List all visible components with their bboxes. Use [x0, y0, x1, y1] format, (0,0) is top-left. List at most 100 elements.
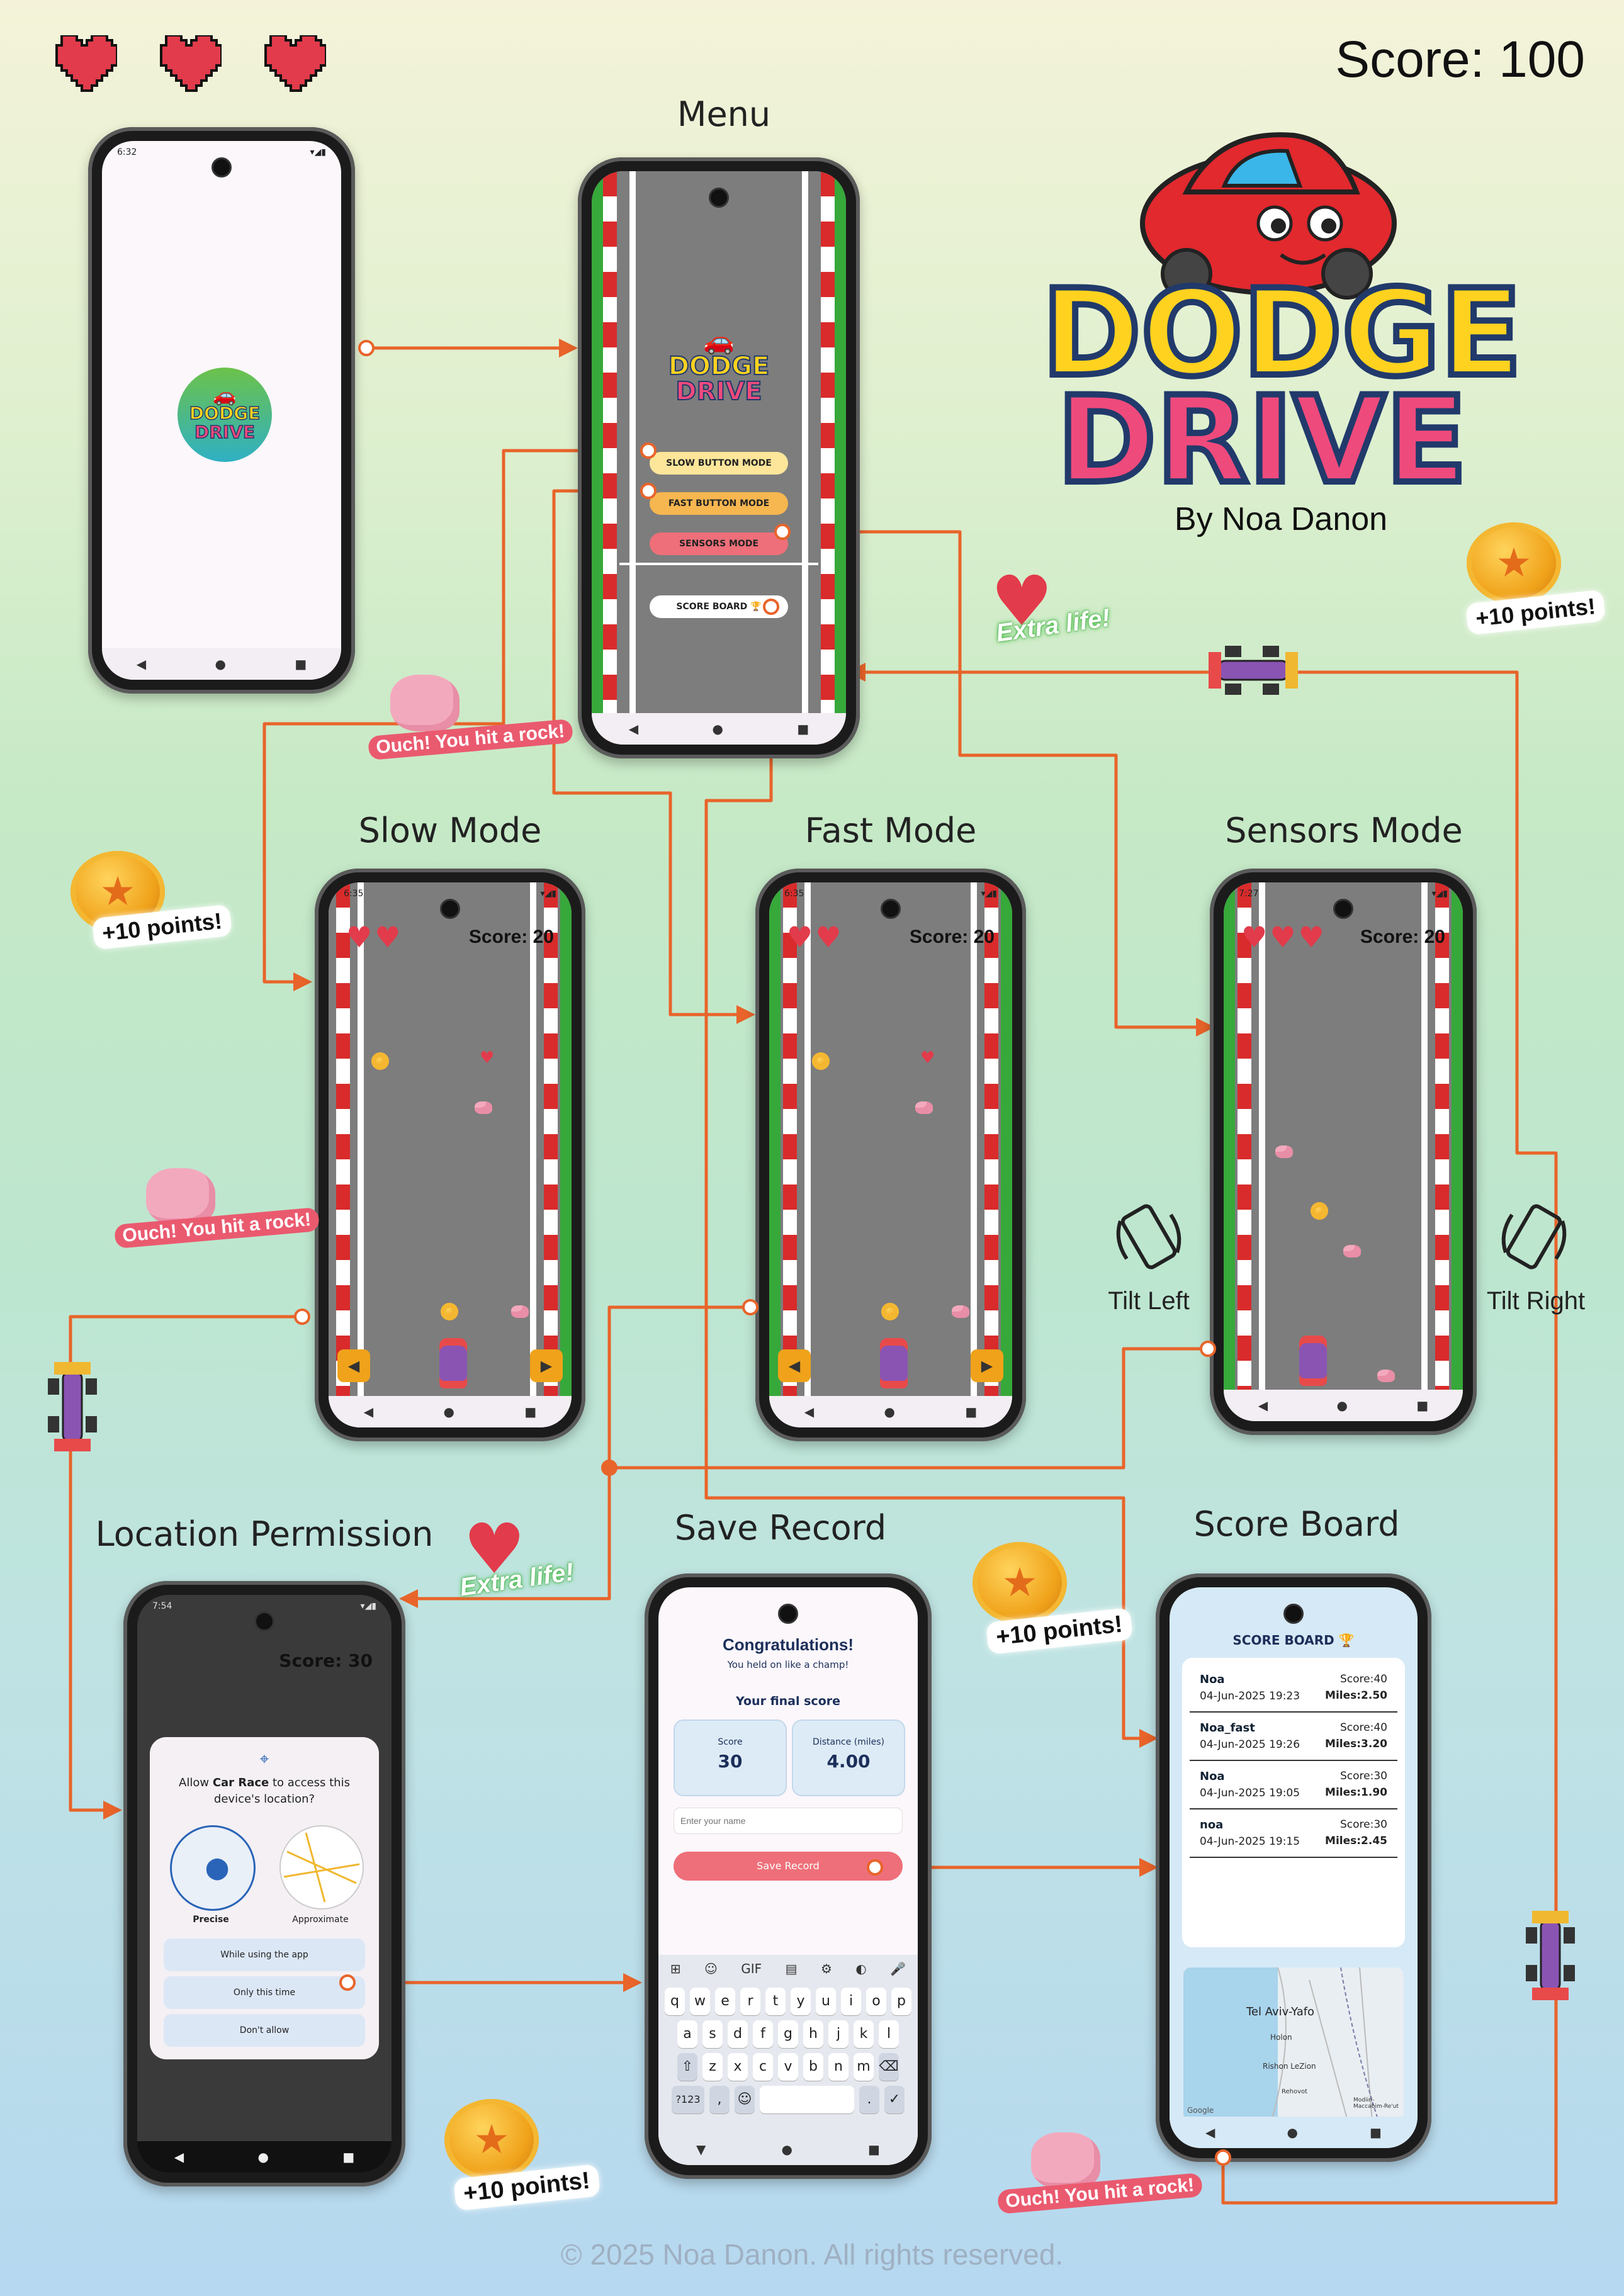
- right-arrow-button[interactable]: ▶: [971, 1349, 1003, 1382]
- precise-option[interactable]: ⬤: [170, 1825, 256, 1911]
- distance-card-value: 4.00: [826, 1751, 871, 1772]
- key-t[interactable]: t: [765, 1988, 786, 2015]
- home-icon[interactable]: ●: [713, 721, 723, 736]
- name-input[interactable]: [674, 1808, 903, 1834]
- fast-mode-button[interactable]: FAST BUTTON MODE: [650, 492, 788, 515]
- emoji-icon[interactable]: ☺: [735, 2086, 755, 2113]
- back-icon[interactable]: ◀: [364, 1404, 373, 1419]
- home-icon[interactable]: ●: [258, 2149, 269, 2164]
- lane-line-left: [358, 882, 364, 1427]
- connector-node: [867, 1859, 883, 1876]
- key-r[interactable]: r: [740, 1988, 760, 2015]
- recents-icon[interactable]: ■: [524, 1404, 536, 1419]
- player-name: Noa_fast: [1200, 1721, 1255, 1735]
- coin-icon: [441, 1303, 458, 1320]
- race-car-icon: [48, 1362, 97, 1451]
- back-icon[interactable]: ◀: [1205, 2125, 1215, 2140]
- period-key[interactable]: .: [859, 2086, 879, 2113]
- key-e[interactable]: e: [715, 1988, 735, 2015]
- key-v[interactable]: v: [778, 2053, 798, 2081]
- car-mascot-icon: 🚗: [703, 327, 735, 356]
- game-hud: ♥♥ Score: 20: [787, 920, 995, 954]
- approximate-label: Approximate: [292, 1915, 349, 1925]
- key-d[interactable]: d: [728, 2020, 748, 2048]
- back-icon[interactable]: ◀: [1258, 1398, 1268, 1413]
- key-q[interactable]: q: [665, 1988, 685, 2015]
- gif-button[interactable]: GIF: [741, 1961, 762, 1976]
- sticker-icon[interactable]: ☺: [704, 1961, 718, 1976]
- title-save: Save Record: [674, 1508, 887, 1548]
- key-j[interactable]: j: [828, 2020, 849, 2048]
- location-map[interactable]: Tel Aviv-Yafo Holon Rishon LeZion Rehovo…: [1183, 1967, 1404, 2121]
- key-g[interactable]: g: [778, 2020, 798, 2048]
- slow-mode-button[interactable]: SLOW BUTTON MODE: [650, 452, 788, 475]
- mic-icon[interactable]: 🎤: [890, 1961, 906, 1976]
- fast-game-screen: 6:35 ▾◢▮ ♥♥ Score: 20 ♥ ◀ ▶ ◀ ● ■: [769, 882, 1012, 1427]
- right-arrow-button[interactable]: ▶: [530, 1349, 563, 1382]
- home-icon[interactable]: ●: [215, 656, 226, 672]
- numbers-key[interactable]: ?123: [672, 2086, 704, 2113]
- key-u[interactable]: u: [816, 1988, 836, 2015]
- title-scoreboard: Score Board: [1193, 1504, 1400, 1544]
- record-score: Score:40: [1340, 1721, 1387, 1734]
- distance-card-label: Distance (miles): [813, 1737, 884, 1747]
- home-icon[interactable]: ●: [884, 1404, 895, 1419]
- left-arrow-button[interactable]: ◀: [778, 1349, 811, 1382]
- back-icon[interactable]: ◀: [174, 2149, 184, 2164]
- record-date: 04-Jun-2025 19:23: [1200, 1690, 1300, 1702]
- clipboard-icon[interactable]: ▤: [786, 1961, 798, 1976]
- approximate-option[interactable]: [279, 1825, 364, 1910]
- key-p[interactable]: p: [891, 1988, 911, 2015]
- home-icon[interactable]: ●: [1337, 1398, 1348, 1413]
- key-n[interactable]: n: [828, 2053, 849, 2081]
- splash-logo-line1: DODGE: [189, 403, 261, 424]
- palette-icon[interactable]: ◐: [855, 1961, 866, 1976]
- comma-key[interactable]: ,: [709, 2086, 730, 2113]
- grass-left: [592, 171, 603, 745]
- key-i[interactable]: i: [841, 1988, 861, 2015]
- key-f[interactable]: f: [753, 2020, 773, 2048]
- back-icon[interactable]: ◀: [137, 656, 146, 672]
- key-x[interactable]: x: [728, 2053, 748, 2081]
- apps-icon[interactable]: ⊞: [670, 1961, 681, 1976]
- key-h[interactable]: h: [803, 2020, 823, 2048]
- space-key[interactable]: [760, 2086, 854, 2113]
- recents-icon[interactable]: ■: [342, 2149, 354, 2164]
- key-w[interactable]: w: [690, 1988, 710, 2015]
- home-icon[interactable]: ●: [444, 1404, 454, 1419]
- back-icon[interactable]: ◀: [629, 721, 638, 736]
- home-icon[interactable]: ●: [782, 2142, 792, 2157]
- left-arrow-button[interactable]: ◀: [337, 1349, 370, 1382]
- home-icon[interactable]: ●: [1287, 2125, 1298, 2140]
- congrats-title: Congratulations!: [723, 1635, 854, 1654]
- recents-icon[interactable]: ■: [1370, 2125, 1382, 2140]
- recents-icon[interactable]: ■: [1416, 1398, 1428, 1413]
- key-z[interactable]: z: [702, 2053, 723, 2081]
- key-k[interactable]: k: [854, 2020, 874, 2048]
- record-score: Score:40: [1340, 1673, 1387, 1685]
- key-l[interactable]: l: [879, 2020, 899, 2048]
- recents-icon[interactable]: ■: [868, 2142, 880, 2157]
- recents-icon[interactable]: ■: [797, 721, 809, 736]
- sensors-mode-button[interactable]: SENSORS MODE: [650, 532, 788, 555]
- backspace-key-icon[interactable]: ⌫: [879, 2053, 899, 2081]
- enter-check-icon[interactable]: ✓: [884, 2086, 905, 2113]
- while-using-button[interactable]: While using the app: [164, 1939, 365, 1971]
- key-b[interactable]: b: [803, 2053, 823, 2081]
- settings-icon[interactable]: ⚙: [821, 1961, 832, 1976]
- rock-obstacle: [1275, 1145, 1293, 1158]
- key-y[interactable]: y: [791, 1988, 811, 2015]
- key-c[interactable]: c: [753, 2053, 773, 2081]
- key-a[interactable]: a: [677, 2020, 697, 2048]
- key-m[interactable]: m: [854, 2053, 874, 2081]
- only-this-time-button[interactable]: Only this time: [164, 1976, 365, 2009]
- key-o[interactable]: o: [866, 1988, 886, 2015]
- dont-allow-button[interactable]: Don't allow: [164, 2014, 365, 2047]
- back-icon[interactable]: ◀: [804, 1404, 814, 1419]
- keyboard-toolbar: ⊞ ☺ GIF ▤ ⚙ ◐ 🎤: [658, 1955, 918, 1983]
- shift-key-icon[interactable]: ⇧: [677, 2053, 697, 2081]
- back-icon[interactable]: ▼: [696, 2142, 706, 2157]
- key-s[interactable]: s: [702, 2020, 723, 2048]
- recents-icon[interactable]: ■: [295, 656, 307, 672]
- recents-icon[interactable]: ■: [965, 1404, 977, 1419]
